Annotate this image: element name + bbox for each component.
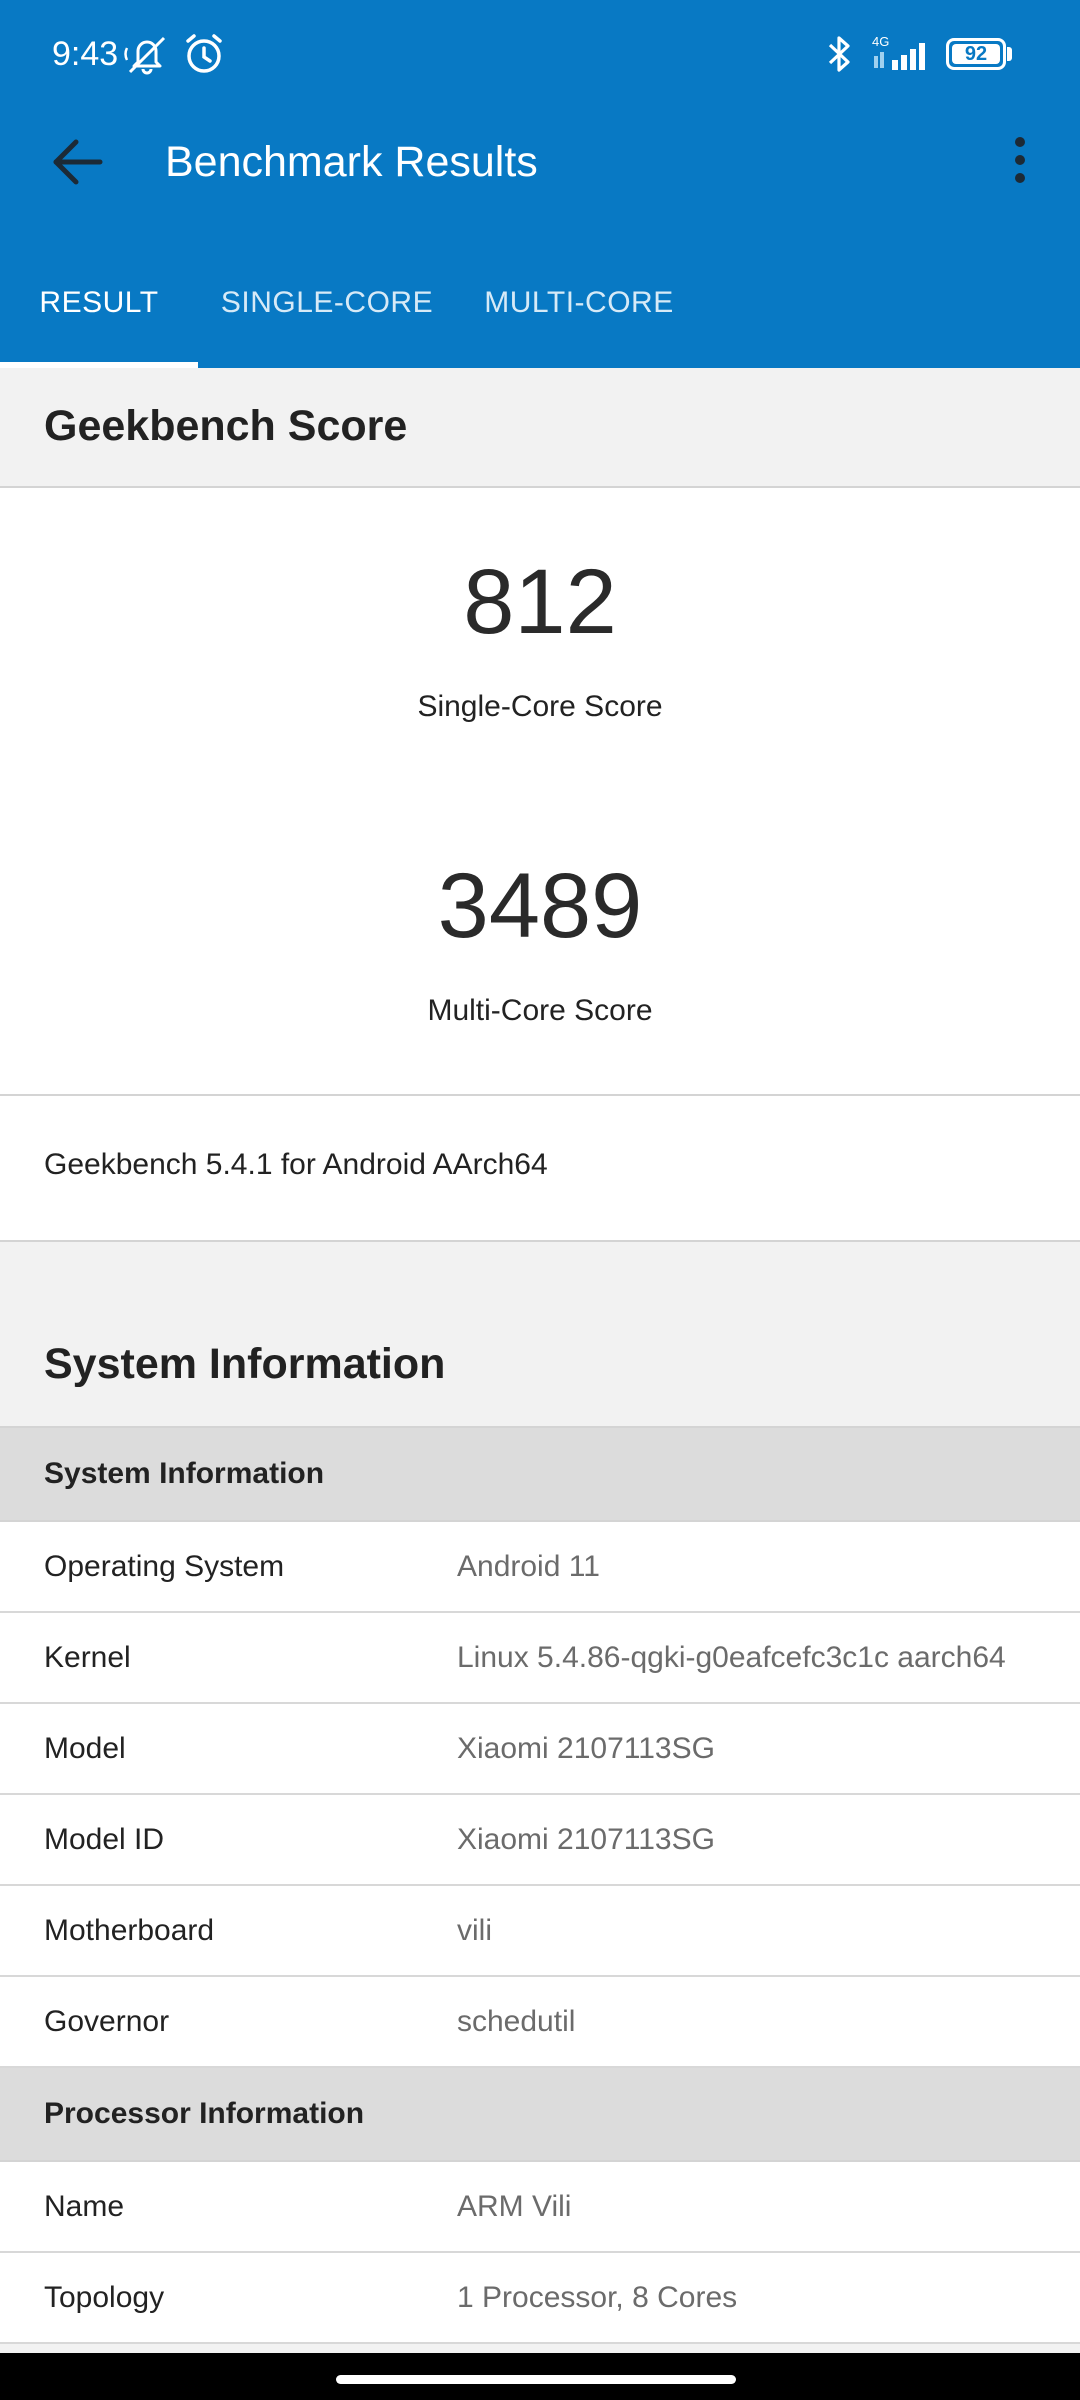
bluetooth-icon <box>828 36 850 72</box>
alarm-icon <box>186 34 222 73</box>
info-key: Model <box>44 1732 126 1765</box>
info-value: Linux 5.4.86-qgki-g0eafcefc3c1c aarch64 <box>457 1641 1006 1674</box>
battery-tip <box>1007 47 1012 61</box>
group-header-system: System Information <box>0 1428 1080 1522</box>
system-info-table: System Information Operating System Andr… <box>0 1426 1080 2344</box>
info-value: Xiaomi 2107113SG <box>457 1732 715 1765</box>
signal-icon <box>874 43 925 70</box>
geekbench-version: Geekbench 5.4.1 for Android AArch64 <box>44 1148 548 1181</box>
info-key: Operating System <box>44 1550 285 1583</box>
info-key: Governor <box>44 2005 170 2038</box>
info-row-governor: Governor schedutil <box>0 1977 1080 2068</box>
info-key: Motherboard <box>44 1914 215 1947</box>
tab-single-core[interactable]: SINGLE-CORE <box>212 248 442 368</box>
multi-core-score: 3489 <box>437 855 643 957</box>
info-row-topology: Topology 1 Processor, 8 Cores <box>0 2253 1080 2344</box>
navigation-bar <box>0 2353 1080 2400</box>
group-header-processor-label: Processor Information <box>44 2097 365 2130</box>
status-time: 9:43 <box>52 35 119 73</box>
system-info-title: System Information <box>44 1340 446 1388</box>
multi-core-score-label: Multi-Core Score <box>427 994 653 1027</box>
single-core-score-label: Single-Core Score <box>417 690 663 723</box>
geekbench-score-header: Geekbench Score <box>0 368 1080 486</box>
page-title: Benchmark Results <box>165 138 538 186</box>
group-header-system-label: System Information <box>44 1457 325 1490</box>
info-value: Xiaomi 2107113SG <box>457 1823 715 1856</box>
score-card: 812 Single-Core Score 3489 Multi-Core Sc… <box>0 486 1080 1242</box>
info-row-kernel: Kernel Linux 5.4.86-qgki-g0eafcefc3c1c a… <box>0 1613 1080 1704</box>
battery-icon: 92 <box>946 38 1012 70</box>
info-row-name: Name ARM Vili <box>0 2162 1080 2253</box>
info-value: ARM Vili <box>457 2190 572 2223</box>
tab-multi-core-label: MULTI-CORE <box>484 286 674 319</box>
info-row-motherboard: Motherboard vili <box>0 1886 1080 1977</box>
tab-multi-core[interactable]: MULTI-CORE <box>468 248 690 368</box>
info-key: Kernel <box>44 1641 131 1674</box>
info-row-model-id: Model ID Xiaomi 2107113SG <box>0 1795 1080 1886</box>
app-bar: 9:43 4G 92 Benchmark Results RESULT SING… <box>0 0 1080 368</box>
info-row-model: Model Xiaomi 2107113SG <box>0 1704 1080 1795</box>
results-scroll-view[interactable]: Geekbench Score 812 Single-Core Score 34… <box>0 368 1080 2353</box>
info-key: Model ID <box>44 1823 165 1856</box>
home-gesture-handle[interactable] <box>336 2375 736 2384</box>
single-core-score: 812 <box>463 551 617 653</box>
tab-result[interactable]: RESULT <box>0 248 198 368</box>
tab-result-label: RESULT <box>39 286 159 319</box>
info-value: Android 11 <box>457 1550 600 1583</box>
more-options-button[interactable] <box>985 122 1055 202</box>
info-value: 1 Processor, 8 Cores <box>457 2281 738 2314</box>
battery-level: 92 <box>964 43 988 65</box>
system-info-header <box>0 1242 1080 1300</box>
back-button[interactable] <box>40 122 120 202</box>
more-vert-icon <box>1015 137 1025 183</box>
arrow-back-icon <box>53 139 103 185</box>
info-value: schedutil <box>457 2005 576 2038</box>
info-row-operating-system: Operating System Android 11 <box>0 1522 1080 1613</box>
status-bar: 9:43 4G 92 <box>0 0 1080 110</box>
tab-single-core-label: SINGLE-CORE <box>220 286 434 319</box>
tab-bar: RESULT SINGLE-CORE MULTI-CORE <box>0 248 1080 368</box>
info-value: vili <box>457 1914 492 1947</box>
info-key: Topology <box>44 2281 165 2314</box>
mute-off-icon <box>124 36 166 75</box>
info-key: Name <box>44 2190 125 2223</box>
group-header-processor: Processor Information <box>0 2068 1080 2162</box>
score-divider <box>0 1094 1080 1096</box>
geekbench-score-title: Geekbench Score <box>44 402 408 450</box>
